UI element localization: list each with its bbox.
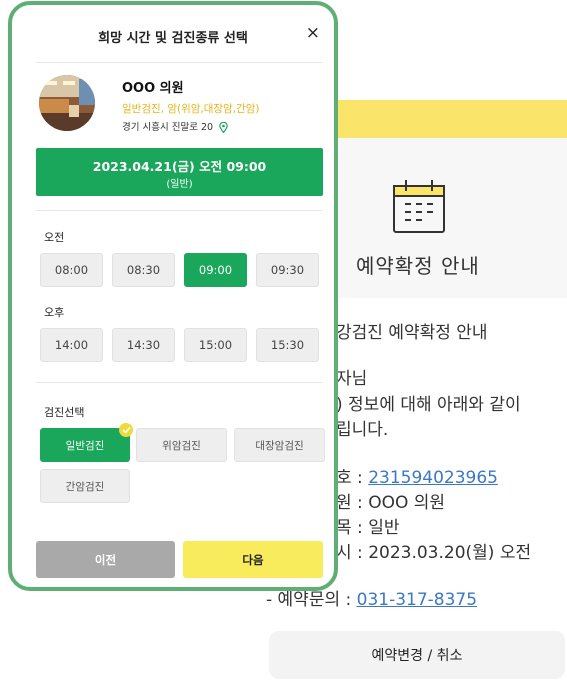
inquiry-label: - 예약문의 : (266, 590, 357, 610)
reservation-number-link[interactable]: 231594023965 (368, 468, 498, 488)
confirmation-title: 예약확정 안내 (356, 254, 480, 278)
clinic-address: 경기 시흥시 진말로 20 (122, 122, 214, 133)
confirmation-body-2: 립니다. (336, 420, 389, 440)
clinic-photo (39, 75, 95, 131)
reservation-number-label: 호 : (336, 468, 369, 488)
inquiry-phone-link[interactable]: 031-317-8375 (357, 590, 477, 610)
next-button[interactable]: 다음 (183, 541, 323, 578)
close-icon[interactable]: × (306, 23, 320, 43)
change-cancel-button[interactable]: 예약변경 / 취소 (269, 631, 565, 679)
confirmation-heading: 강검진 예약확정 안내 (336, 323, 488, 343)
morning-label: 오전 (44, 231, 65, 244)
time-slot-1530[interactable]: 15:30 (256, 328, 319, 362)
clinic-name: OOO 의원 (122, 81, 184, 96)
time-slot-0900[interactable]: 09:00 (184, 253, 247, 287)
time-slot-1500[interactable]: 15:00 (184, 328, 247, 362)
checkup-option-liver-cancer[interactable]: 간암검진 (40, 469, 130, 503)
hospital-row: 원 : OOO 의원 (336, 488, 445, 513)
checkup-option-colon-cancer[interactable]: 대장암검진 (234, 428, 325, 462)
reservation-number-row: 호 : 231594023965 (336, 463, 498, 488)
map-pin-icon[interactable] (219, 122, 228, 133)
card-top-band (300, 100, 567, 138)
time-slot-0800[interactable]: 08:00 (40, 253, 103, 287)
time-slot-0830[interactable]: 08:30 (112, 253, 175, 287)
selected-checkup-type: (일반) (166, 179, 193, 190)
divider (36, 210, 322, 211)
time-slot-0930[interactable]: 09:30 (256, 253, 319, 287)
calendar-icon (393, 180, 445, 233)
modal-title: 희망 시간 및 검진종류 선택 (98, 31, 248, 46)
datetime-label: 시 : (336, 543, 369, 563)
time-slot-1400[interactable]: 14:00 (40, 328, 103, 362)
prev-button[interactable]: 이전 (36, 541, 175, 578)
divider (36, 382, 322, 383)
divider (36, 62, 322, 63)
checkup-option-general[interactable]: 일반검진 (40, 428, 130, 462)
hospital-label: 원 : (336, 493, 369, 513)
checkup-type-label: 목 : (336, 518, 369, 538)
selected-datetime-bar: 2023.04.21(금) 오전 09:00 (일반) (36, 148, 323, 196)
datetime-value: 2023.03.20(월) 오전 (368, 543, 532, 563)
selected-datetime: 2023.04.21(금) 오전 09:00 (92, 159, 267, 174)
clinic-address-row: 경기 시흥시 진말로 20 (122, 119, 228, 133)
hospital-value: OOO 의원 (368, 493, 446, 513)
confirmation-body-1: ) 정보에 대해 아래와 같이 (336, 395, 521, 415)
checkup-select-label: 검진선택 (44, 406, 85, 419)
time-slot-1430[interactable]: 14:30 (112, 328, 175, 362)
checkup-type-value: 일반 (368, 518, 400, 538)
afternoon-label: 오후 (44, 306, 65, 319)
modal-header: 희망 시간 및 검진종류 선택 × (12, 5, 334, 63)
checkup-type-row: 목 : 일반 (336, 513, 399, 538)
clinic-checkup-types: 일반검진, 암(위암,대장암,간암) (122, 103, 260, 115)
confirmation-greeting: 자님 (336, 369, 368, 389)
schedule-modal: 희망 시간 및 검진종류 선택 × OOO 의원 일반검진, 암(위암,대장암,… (8, 1, 338, 591)
datetime-row: 시 : 2023.03.20(월) 오전 (336, 538, 531, 563)
checkup-option-stomach-cancer[interactable]: 위암검진 (136, 428, 227, 462)
check-icon (119, 423, 133, 437)
